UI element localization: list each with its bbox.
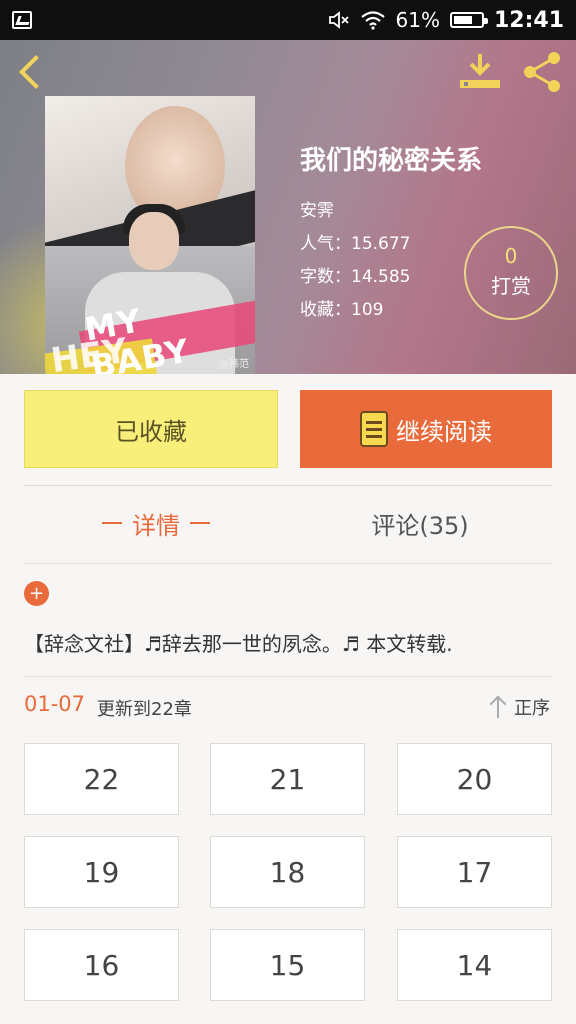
- mute-icon: [328, 11, 349, 29]
- sort-button[interactable]: 正序: [488, 694, 550, 720]
- chapter-button[interactable]: 14: [397, 929, 552, 1001]
- book-header: MY BABY HEY @韩范 我们的秘密关系 安霁 人气：15.677 字数：…: [0, 40, 576, 374]
- continue-reading-button[interactable]: 继续阅读: [300, 390, 552, 468]
- share-icon[interactable]: [520, 50, 564, 94]
- chapter-button[interactable]: 16: [24, 929, 179, 1001]
- download-icon[interactable]: [458, 50, 502, 94]
- battery-percent: 61%: [395, 8, 440, 32]
- divider: [24, 485, 552, 486]
- book-icon: [360, 411, 388, 447]
- reward-count: 0: [504, 244, 518, 268]
- tab-detail-label: 详情: [132, 511, 180, 540]
- reward-button[interactable]: 0 打赏: [464, 226, 558, 320]
- divider: [24, 563, 552, 564]
- book-title: 我们的秘密关系: [300, 146, 483, 176]
- chapter-number: 14: [456, 948, 493, 982]
- expand-icon[interactable]: +: [24, 581, 49, 606]
- back-icon[interactable]: [14, 52, 54, 92]
- divider: [24, 676, 552, 677]
- chapter-button[interactable]: 22: [24, 743, 179, 815]
- tab-detail[interactable]: 详情: [24, 500, 288, 546]
- favorited-button[interactable]: 已收藏: [24, 390, 278, 468]
- sort-label: 正序: [514, 698, 550, 719]
- clock: 12:41: [493, 7, 564, 33]
- arrow-up-icon: [488, 696, 508, 718]
- tab-comments[interactable]: 评论(35): [288, 500, 552, 546]
- book-info: 我们的秘密关系 安霁 人气：15.677 字数：14.585 收藏：109: [300, 140, 482, 327]
- book-author[interactable]: 安霁: [300, 195, 482, 228]
- favorited-label: 已收藏: [115, 417, 187, 446]
- cover-watermark: @韩范: [219, 359, 249, 370]
- reward-label: 打赏: [491, 274, 531, 298]
- update-date: 01-07: [24, 692, 86, 716]
- tab-comments-label: 评论(35): [371, 511, 469, 540]
- chapter-number: 19: [83, 855, 120, 889]
- battery-icon: [449, 12, 488, 28]
- book-description: 【辞念文社】♬辞去那一世的夙念。♬ 本文转载.: [24, 632, 453, 656]
- dash-decoration: [190, 522, 210, 524]
- chapter-button[interactable]: 19: [24, 836, 179, 908]
- chapter-number: 18: [269, 855, 306, 889]
- book-popularity: 人气：15.677: [300, 234, 411, 254]
- update-text: 更新到22章: [97, 699, 192, 720]
- chapter-button[interactable]: 20: [397, 743, 552, 815]
- chapter-number: 16: [83, 948, 120, 982]
- wifi-icon: [360, 11, 385, 30]
- status-bar: 61% 12:41: [0, 0, 576, 40]
- chapter-number: 17: [456, 855, 493, 889]
- book-word-count: 字数：14.585: [300, 267, 411, 287]
- chapter-button[interactable]: 15: [210, 929, 365, 1001]
- book-cover[interactable]: MY BABY HEY @韩范: [45, 96, 255, 374]
- continue-reading-label: 继续阅读: [396, 417, 492, 446]
- chapter-button[interactable]: 18: [210, 836, 365, 908]
- image-icon: [12, 11, 32, 29]
- chapter-number: 20: [456, 762, 493, 796]
- chapter-button[interactable]: 21: [210, 743, 365, 815]
- chapter-button[interactable]: 17: [397, 836, 552, 908]
- chapter-number: 15: [269, 948, 306, 982]
- chapter-number: 21: [269, 762, 306, 796]
- chapter-number: 22: [83, 762, 120, 796]
- book-favorites: 收藏：109: [300, 300, 384, 320]
- dash-decoration: [102, 522, 122, 524]
